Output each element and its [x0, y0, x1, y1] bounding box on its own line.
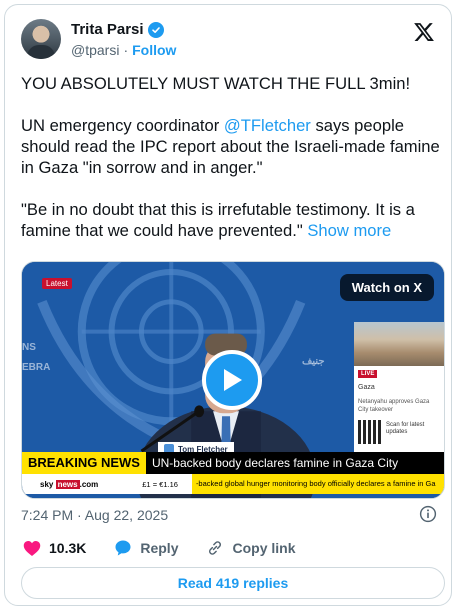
- breaking-news-headline: UN-backed body declares famine in Gaza C…: [145, 452, 444, 474]
- news-ticker: sky news .com £1 = €1.16 -backed global h…: [22, 474, 444, 494]
- like-count: 10.3K: [49, 540, 87, 556]
- reply-label: Reply: [140, 540, 179, 556]
- video-player[interactable]: Latest NS EBRA جنيف LIVE Gaza Netanyahu …: [21, 261, 445, 499]
- tweet-card: Trita Parsi @tparsi · Follow YOU ABSOLUT…: [4, 4, 452, 606]
- breaking-news-label: BREAKING NEWS: [22, 452, 146, 474]
- verified-badge-icon: [147, 21, 164, 38]
- watch-on-x-button[interactable]: Watch on X: [339, 274, 434, 301]
- mention-link[interactable]: @TFletcher: [224, 116, 311, 135]
- show-more-link[interactable]: Show more: [307, 221, 391, 240]
- author-handle[interactable]: @tparsi: [71, 42, 119, 58]
- side-panel-headline: Netanyahu approves Gaza City takeover: [358, 399, 430, 413]
- read-replies-button[interactable]: Read 419 replies: [21, 567, 445, 599]
- backdrop-text: جنيف: [302, 356, 325, 367]
- backdrop-text: NS: [22, 342, 36, 353]
- play-button[interactable]: [202, 350, 262, 410]
- tweet-text: YOU ABSOLUTELY MUST WATCH THE FULL 3min!…: [21, 73, 441, 262]
- tweet-text-segment: UN emergency coordinator: [21, 116, 224, 135]
- backdrop-text: EBRA: [22, 362, 51, 373]
- link-icon: [209, 541, 222, 555]
- ticker-exchange-rate: £1 = €1.16: [142, 479, 178, 489]
- qr-caption: Scan for latest updates: [386, 422, 425, 435]
- sky-news-logo: sky news .com: [22, 479, 102, 489]
- copy-link-button[interactable]: Copy link: [206, 539, 296, 557]
- sky-logo-part: sky: [40, 479, 56, 489]
- copy-link-label: Copy link: [232, 540, 296, 556]
- author-name-line: Trita Parsi: [71, 21, 164, 38]
- sky-logo-part: .com: [79, 479, 99, 489]
- side-panel-location: Gaza: [358, 384, 375, 391]
- play-icon: [224, 369, 242, 391]
- x-logo-icon[interactable]: [413, 21, 435, 43]
- tweet-timestamp[interactable]: 7:24 PM · Aug 22, 2025: [21, 507, 168, 523]
- latest-badge: Latest: [42, 278, 72, 289]
- tweet-paragraph-3: "Be in no doubt that this is irrefutable…: [21, 199, 441, 241]
- tweet-paragraph-1: YOU ABSOLUTELY MUST WATCH THE FULL 3min!: [21, 74, 411, 93]
- tweet-header: Trita Parsi @tparsi · Follow: [21, 19, 435, 63]
- reply-button[interactable]: Reply: [114, 539, 178, 557]
- avatar[interactable]: [21, 19, 61, 59]
- tweet-actions: 10.3K Reply Copy link: [23, 539, 324, 557]
- breaking-news-bar: BREAKING NEWS UN-backed body declares fa…: [22, 452, 444, 474]
- reply-bubble-icon: [115, 540, 131, 556]
- tweet-paragraph-2: UN emergency coordinator @TFletcher says…: [21, 115, 441, 178]
- side-panel-photo: [354, 322, 444, 366]
- live-badge: LIVE: [358, 370, 378, 378]
- heart-icon: [23, 540, 41, 556]
- ticker-text: -backed global hunger monitoring body of…: [191, 474, 444, 494]
- sky-logo-part: news: [55, 479, 80, 489]
- qr-code: [358, 420, 382, 444]
- author-handle-line: @tparsi · Follow: [71, 42, 176, 58]
- like-button[interactable]: 10.3K: [23, 540, 86, 557]
- separator-dot: ·: [123, 42, 129, 58]
- author-display-name[interactable]: Trita Parsi: [71, 21, 144, 38]
- follow-link[interactable]: Follow: [132, 42, 176, 58]
- news-side-panel: LIVE Gaza Netanyahu approves Gaza City t…: [354, 322, 444, 456]
- info-icon[interactable]: [419, 505, 437, 523]
